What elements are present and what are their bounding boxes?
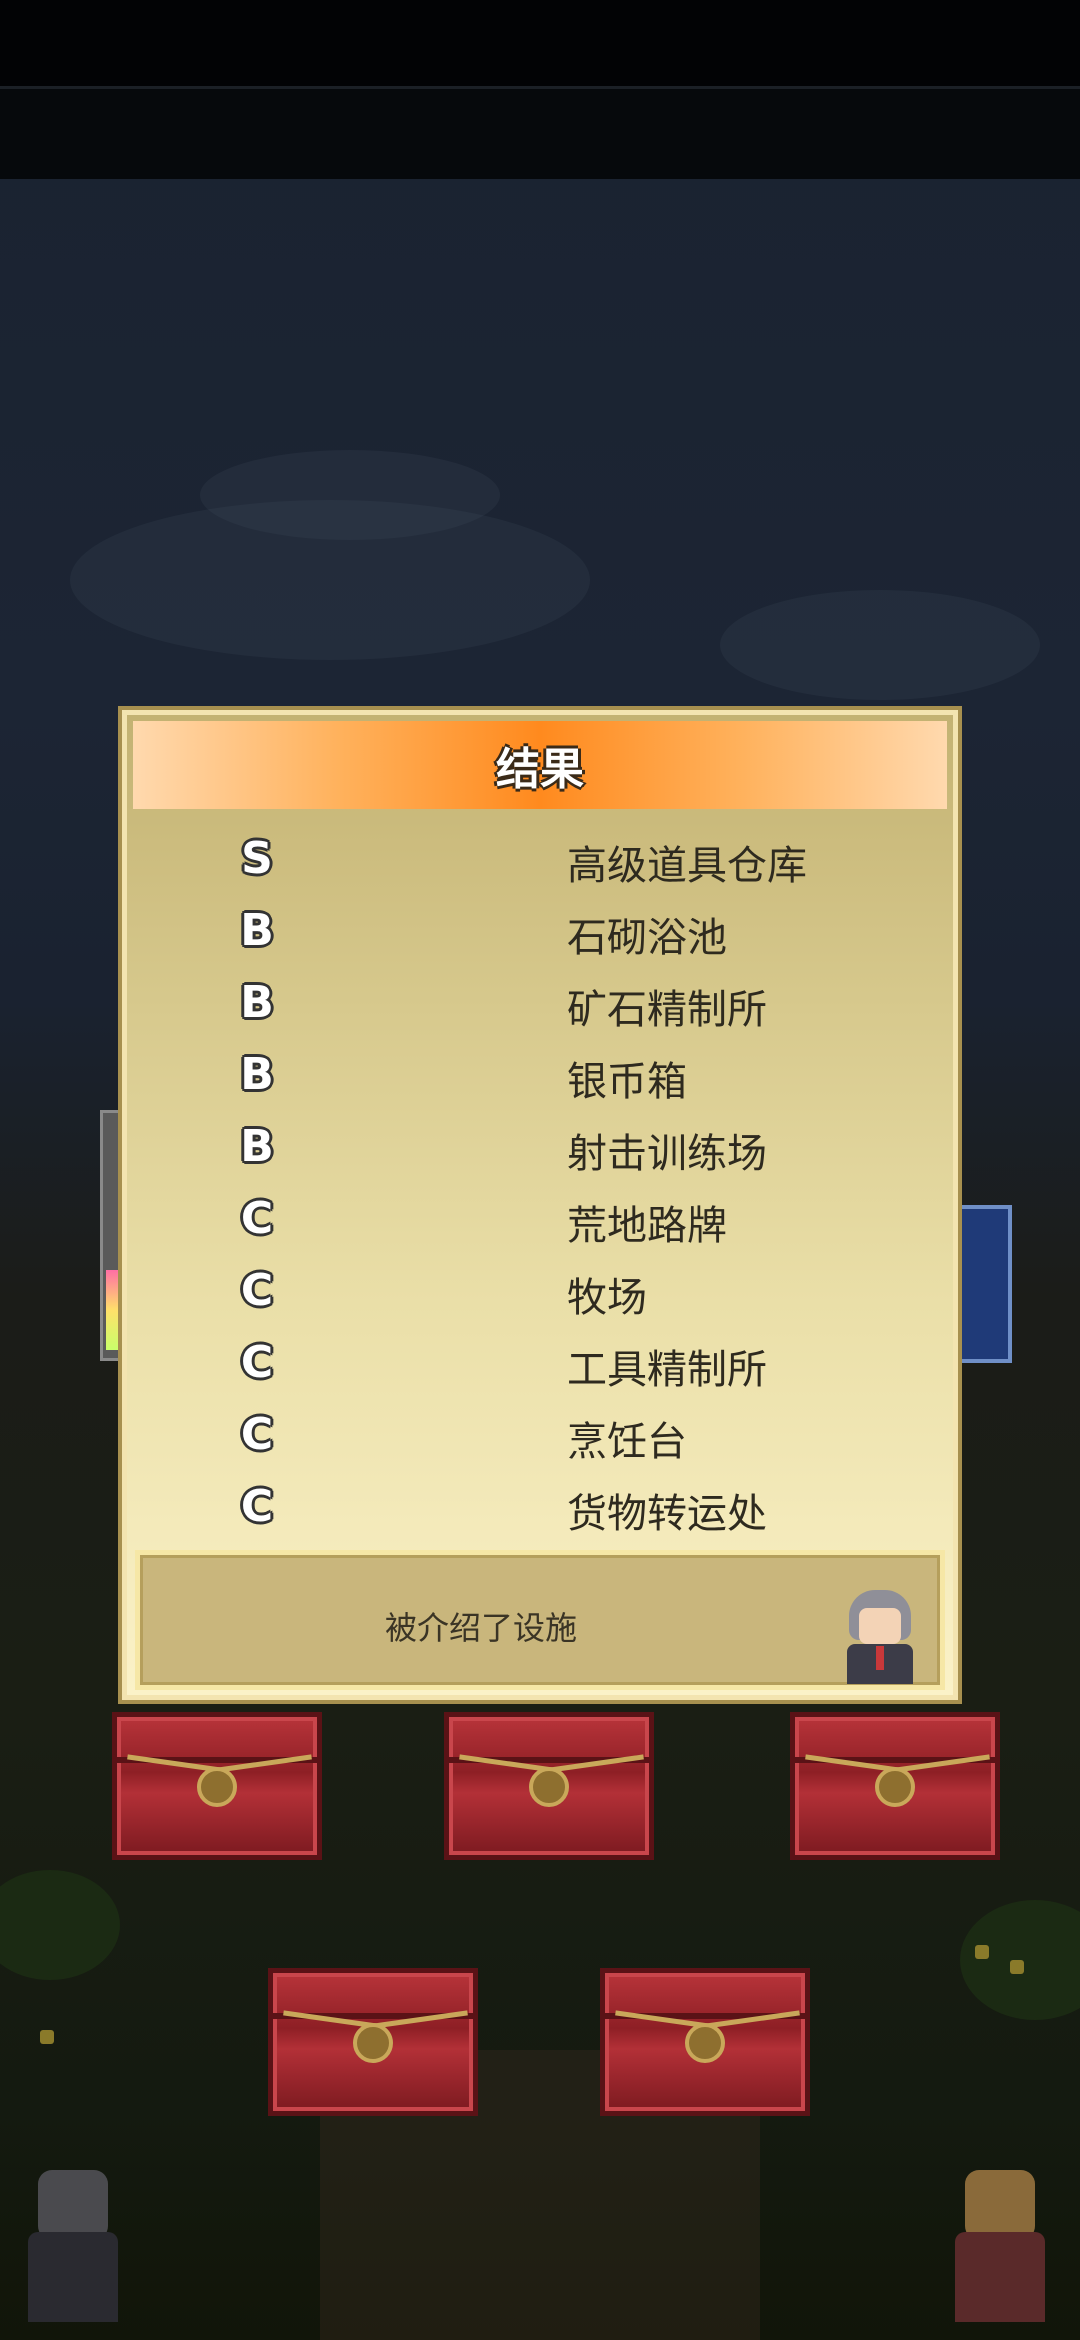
chest-clasp xyxy=(529,1767,569,1807)
result-grade: B xyxy=(240,1049,274,1100)
dialog-header: 结果 xyxy=(133,721,947,809)
result-row: B 射击训练场 xyxy=(127,1113,953,1185)
villager-character-right[interactable] xyxy=(955,2170,1055,2340)
bush xyxy=(0,1870,120,1980)
result-facility: 石砌浴池 xyxy=(567,915,727,961)
advisor-portrait-icon xyxy=(845,1590,915,1685)
result-grade: B xyxy=(240,1121,274,1172)
flower xyxy=(40,2030,54,2044)
chest-clasp xyxy=(197,1767,237,1807)
treasure-chest-icon[interactable] xyxy=(268,1968,478,2116)
result-row: B 矿石精制所 xyxy=(127,969,953,1041)
game-screen: 结果 S 高级道具仓库 B 石砌浴池 B 矿石精制所 B 银币箱 B 射击训练场 xyxy=(0,0,1080,2340)
result-row: C 工具精制所 xyxy=(127,1329,953,1401)
message-box[interactable]: 被介绍了设施 xyxy=(135,1550,945,1690)
treasure-chest-icon[interactable] xyxy=(444,1712,654,1860)
result-list: S 高级道具仓库 B 石砌浴池 B 矿石精制所 B 银币箱 B 射击训练场 C … xyxy=(127,825,953,1545)
result-facility: 高级道具仓库 xyxy=(567,843,807,889)
advisor-face xyxy=(859,1608,901,1644)
result-grade: C xyxy=(240,1193,274,1244)
character-head xyxy=(965,2170,1035,2240)
chest-clasp xyxy=(685,2023,725,2063)
chest-clasp xyxy=(353,2023,393,2063)
left-gauge-icon xyxy=(106,1270,120,1350)
result-grade: C xyxy=(240,1265,274,1316)
result-grade: S xyxy=(241,833,273,884)
treasure-chest-icon[interactable] xyxy=(790,1712,1000,1860)
flower xyxy=(1010,1960,1024,1974)
result-grade: B xyxy=(240,905,274,956)
character-head xyxy=(38,2170,108,2240)
treasure-chest-icon[interactable] xyxy=(600,1968,810,2116)
result-facility: 荒地路牌 xyxy=(567,1203,727,1249)
result-grade: C xyxy=(240,1481,274,1532)
result-facility: 射击训练场 xyxy=(567,1131,767,1177)
result-dialog[interactable]: 结果 S 高级道具仓库 B 石砌浴池 B 矿石精制所 B 银币箱 B 射击训练场 xyxy=(118,706,962,1704)
result-row: C 荒地路牌 xyxy=(127,1185,953,1257)
right-blue-building xyxy=(956,1205,1012,1363)
background-cloud xyxy=(720,590,1040,700)
flower xyxy=(975,1945,989,1959)
advisor-tie xyxy=(876,1646,884,1670)
result-grade: C xyxy=(240,1409,274,1460)
character-body xyxy=(28,2232,118,2322)
chest-clasp xyxy=(875,1767,915,1807)
result-row: S 高级道具仓库 xyxy=(127,825,953,897)
result-grade: B xyxy=(240,977,274,1028)
message-text: 被介绍了设施 xyxy=(385,1609,578,1647)
result-row: C 牧场 xyxy=(127,1257,953,1329)
result-facility: 货物转运处 xyxy=(567,1491,767,1537)
top-band xyxy=(0,86,1080,179)
status-bar xyxy=(0,0,1080,86)
result-facility: 烹饪台 xyxy=(567,1419,687,1465)
result-row: B 石砌浴池 xyxy=(127,897,953,969)
result-row: B 银币箱 xyxy=(127,1041,953,1113)
result-facility: 牧场 xyxy=(567,1275,647,1321)
villager-character-left[interactable] xyxy=(28,2170,128,2340)
result-grade: C xyxy=(240,1337,274,1388)
result-facility: 矿石精制所 xyxy=(567,987,767,1033)
character-body xyxy=(955,2232,1045,2322)
result-facility: 工具精制所 xyxy=(567,1347,767,1393)
background-cloud xyxy=(200,450,500,540)
result-facility: 银币箱 xyxy=(567,1059,687,1105)
treasure-chest-icon[interactable] xyxy=(112,1712,322,1860)
result-row: C 货物转运处 xyxy=(127,1473,953,1545)
dialog-title: 结果 xyxy=(496,744,584,795)
result-row: C 烹饪台 xyxy=(127,1401,953,1473)
